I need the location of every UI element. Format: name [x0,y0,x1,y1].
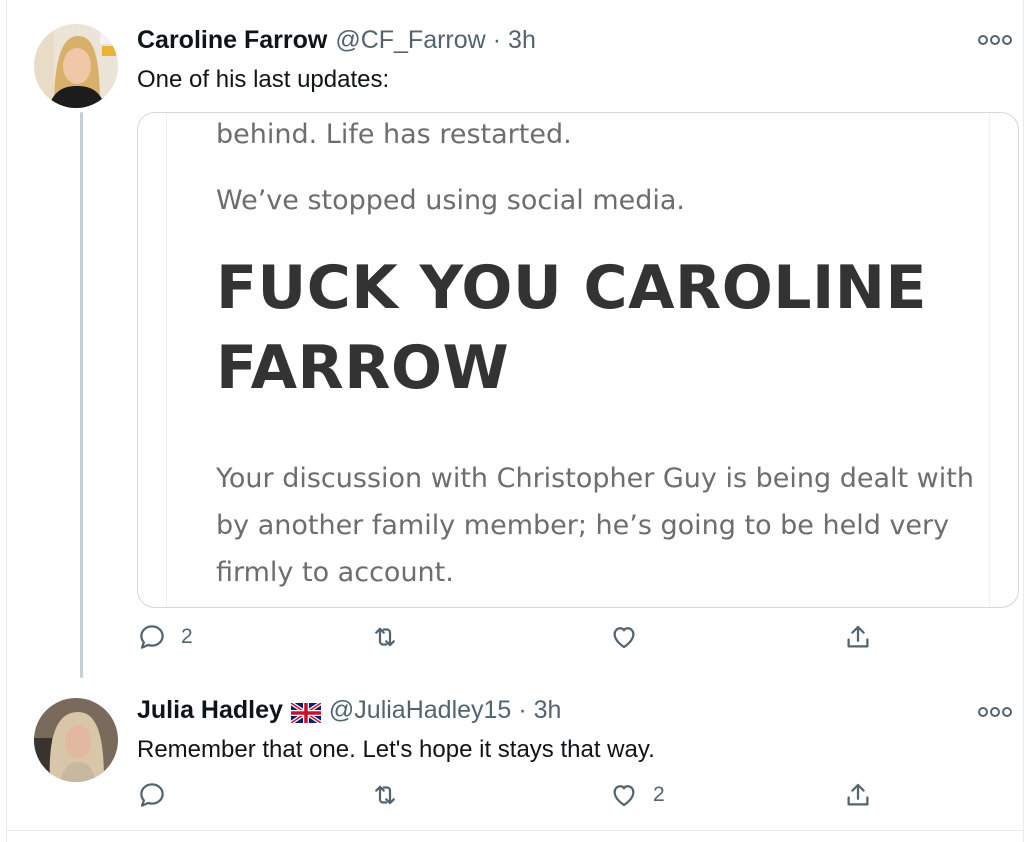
tweet-timestamp[interactable]: 3h [534,696,562,725]
separator-dot: · [518,696,527,724]
like-button[interactable]: 2 [609,780,665,810]
more-options-icon[interactable] [975,702,1015,722]
share-button[interactable] [843,780,873,810]
tweet-julia-hadley[interactable]: Julia Hadley @JuliaHadley15 · 3h Remembe… [7,690,1023,831]
reply-button[interactable]: 2 [137,622,193,652]
tweet-actions: 2 [137,622,1023,658]
avatar[interactable] [34,24,118,108]
avatar[interactable] [34,698,118,782]
uk-flag-icon [289,700,323,725]
share-icon [847,625,869,648]
tweet-media-screenshot[interactable]: behind. Life has restarted. We’ve stoppe… [137,112,1019,608]
tweet-text: Remember that one. Let's hope it stays t… [137,736,655,763]
share-icon [847,783,869,806]
thread-connector-line [80,112,83,678]
screenshot-line: behind. Life has restarted. [216,119,572,150]
screenshot-line: We’ve stopped using social media. [216,185,686,216]
retweet-button[interactable] [370,622,414,652]
heart-icon [613,627,635,649]
author-name[interactable]: Caroline Farrow [137,26,327,55]
retweet-icon [375,627,395,647]
like-button[interactable] [609,622,653,652]
heart-icon [613,785,635,807]
share-button[interactable] [843,622,873,652]
screenshot-paragraph: Your discussion with Christopher Guy is … [216,463,974,588]
screenshot-heading: FUCK YOU CAROLINE [216,253,927,323]
author-name[interactable]: Julia Hadley [137,696,283,725]
author-handle[interactable]: @JuliaHadley15 [329,696,511,725]
tweet-timestamp[interactable]: 3h [508,26,536,55]
tweet-header: Caroline Farrow @CF_Farrow · 3h [137,26,536,55]
retweet-button[interactable] [370,780,414,810]
reply-icon [140,625,164,649]
reply-button[interactable] [137,780,181,810]
author-handle[interactable]: @CF_Farrow [335,26,485,55]
retweet-icon [375,785,395,805]
separator-dot: · [492,26,502,54]
like-count: 2 [653,783,665,806]
reply-count: 2 [181,625,193,648]
tweet-text: One of his last updates: [137,66,390,93]
screenshot-heading: FARROW [216,333,510,403]
tweet-actions: 2 [137,780,1023,816]
reply-icon [140,783,164,807]
tweet-header: Julia Hadley @JuliaHadley15 · 3h [137,696,561,725]
more-options-icon[interactable] [975,30,1015,50]
tweet-caroline-farrow[interactable]: Caroline Farrow @CF_Farrow · 3h One of h… [7,0,1023,690]
